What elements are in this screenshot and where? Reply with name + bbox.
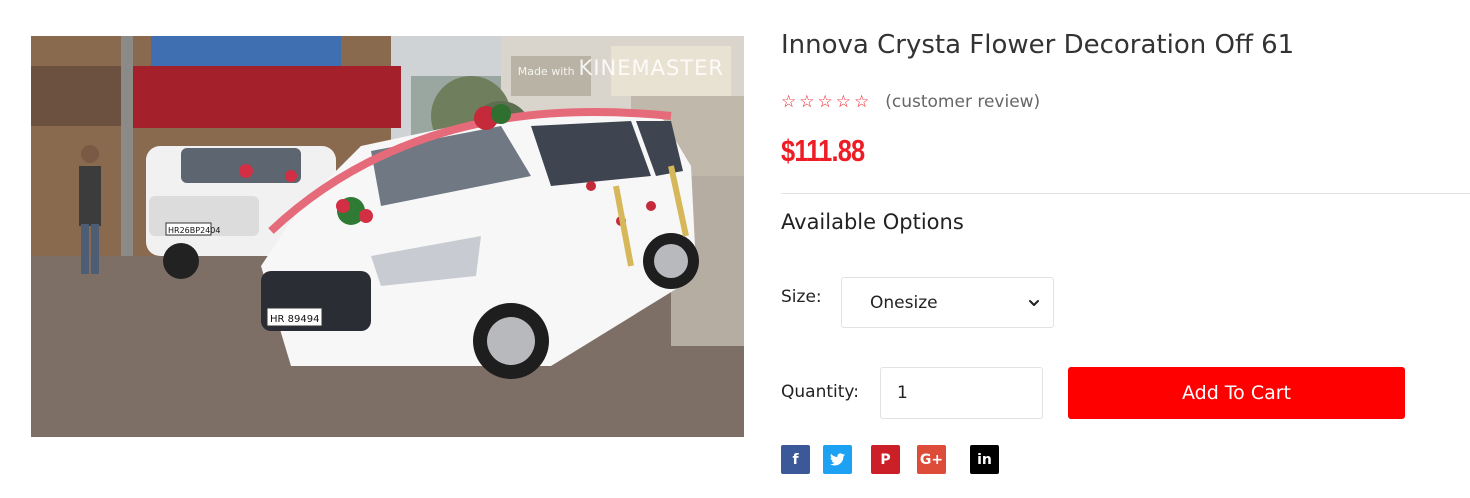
quantity-input[interactable] bbox=[880, 367, 1043, 419]
star-icon: ☆ bbox=[799, 92, 815, 112]
quantity-label: Quantity: bbox=[781, 382, 859, 402]
options-heading: Available Options bbox=[781, 210, 964, 234]
product-detail-page: HR26BP2404 HR 89494 Made with KINEMASTER… bbox=[0, 0, 1470, 498]
star-icon: ☆ bbox=[817, 92, 833, 112]
product-price: $111.88 bbox=[781, 133, 865, 168]
product-photo-illustration: HR26BP2404 HR 89494 bbox=[31, 36, 744, 437]
size-label: Size: bbox=[781, 287, 822, 307]
pinterest-icon[interactable]: P bbox=[871, 445, 900, 474]
star-icon: ☆ bbox=[781, 92, 797, 112]
divider bbox=[781, 193, 1470, 194]
rating-stars: ☆ ☆ ☆ ☆ ☆ bbox=[781, 92, 869, 112]
watermark-small: Made with bbox=[517, 65, 575, 78]
star-icon: ☆ bbox=[854, 92, 870, 112]
svg-text:HR26BP2404: HR26BP2404 bbox=[168, 226, 220, 235]
watermark: Made with KINEMASTER bbox=[518, 56, 724, 80]
chevron-down-icon bbox=[1029, 300, 1039, 306]
facebook-icon[interactable]: f bbox=[781, 445, 810, 474]
svg-text:HR 89494: HR 89494 bbox=[270, 314, 319, 325]
add-to-cart-button[interactable]: Add To Cart bbox=[1068, 367, 1405, 419]
rating-row: ☆ ☆ ☆ ☆ ☆ (customer review) bbox=[781, 92, 1040, 112]
review-link[interactable]: (customer review) bbox=[885, 92, 1040, 112]
product-image[interactable]: HR26BP2404 HR 89494 Made with KINEMASTER bbox=[31, 36, 744, 437]
linkedin-icon[interactable]: in bbox=[970, 445, 999, 474]
star-icon: ☆ bbox=[835, 92, 851, 112]
product-title: Innova Crysta Flower Decoration Off 61 bbox=[781, 30, 1295, 60]
watermark-brand: KINEMASTER bbox=[578, 56, 724, 80]
size-select-value: Onesize bbox=[870, 292, 938, 313]
twitter-icon[interactable] bbox=[823, 445, 852, 474]
google-plus-icon[interactable]: G+ bbox=[917, 445, 946, 474]
size-select[interactable]: Onesize bbox=[841, 277, 1054, 328]
